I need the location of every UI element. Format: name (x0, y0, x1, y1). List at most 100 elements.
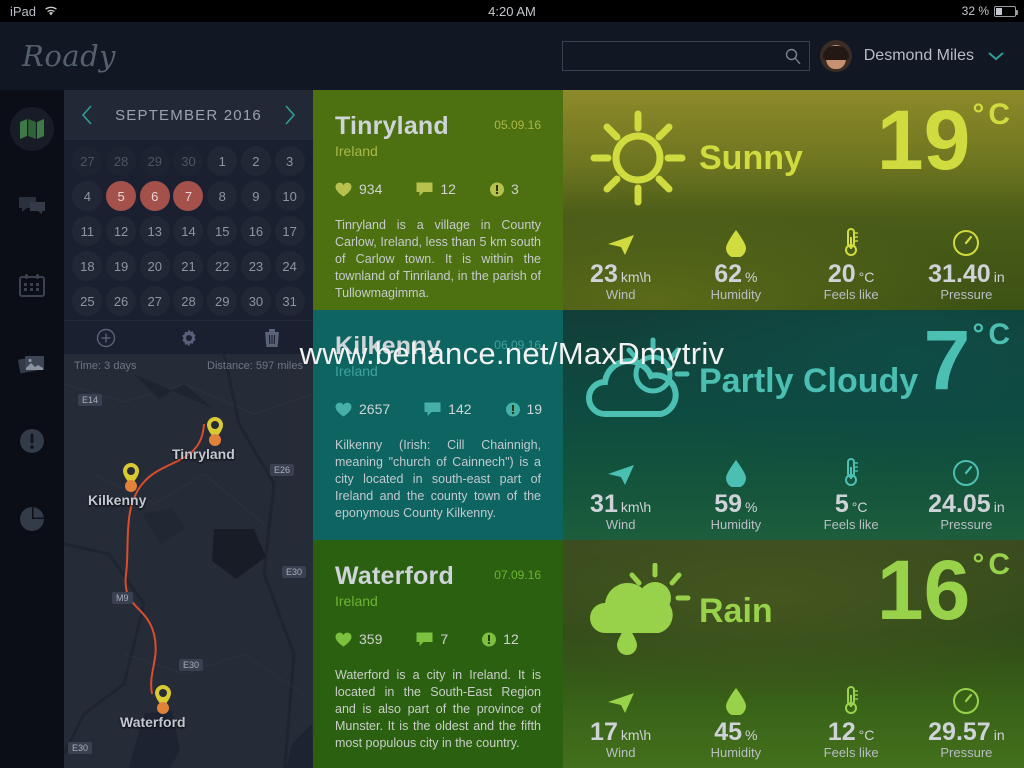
weather-summary: Sunny 19 ° C (563, 90, 1024, 226)
map-pin[interactable] (152, 684, 174, 719)
search-icon[interactable] (784, 47, 802, 65)
calendar-day[interactable]: 13 (139, 216, 170, 246)
sidebar-item-map[interactable] (0, 90, 64, 168)
calendar-day[interactable]: 2 (240, 146, 271, 176)
calendar-day[interactable]: 8 (207, 181, 238, 211)
droplet-icon (678, 453, 793, 487)
alerts-stat[interactable]: 19 (505, 401, 542, 417)
city-card[interactable]: Waterford 07.09.16 Ireland 359 7 12 Waterford … (313, 540, 563, 768)
stat-unit: % (745, 727, 758, 743)
calendar-day[interactable]: 26 (106, 286, 137, 316)
alerts-stat[interactable]: 12 (482, 631, 519, 647)
alert-circle-icon (489, 182, 504, 196)
calendar-day[interactable]: 19 (106, 251, 137, 281)
comments-stat[interactable]: 7 (416, 631, 448, 647)
calendar-day[interactable]: 29 (139, 146, 170, 176)
status-time: 4:20 AM (488, 3, 536, 19)
calendar-day[interactable]: 23 (240, 251, 271, 281)
calendar-day[interactable]: 28 (173, 286, 204, 316)
comments-stat[interactable]: 142 (424, 401, 472, 417)
calendar-day[interactable]: 6 (139, 181, 170, 211)
likes-stat[interactable]: 359 (335, 631, 382, 647)
calendar-grid[interactable]: 27 28 29 30 1 2 3 4 5 6 7 8 9 10 11 12 13 14 15 16 17 18 19 20 2… (64, 140, 313, 320)
droplet-icon (678, 223, 793, 257)
alerts-count: 3 (510, 181, 519, 197)
search-box[interactable] (562, 41, 810, 71)
alert-icon (10, 419, 54, 463)
alert-circle-icon (505, 402, 520, 416)
calendar-day[interactable]: 30 (240, 286, 271, 316)
add-icon[interactable] (96, 328, 116, 348)
alerts-stat[interactable]: 3 (489, 181, 519, 197)
map-pin[interactable] (204, 416, 226, 451)
calendar-day[interactable]: 25 (72, 286, 103, 316)
calendar-day[interactable]: 16 (240, 216, 271, 246)
sidebar-item-stats[interactable] (0, 480, 64, 558)
stat-value: 12 (827, 718, 856, 746)
heart-icon (335, 182, 352, 196)
gear-icon[interactable] (179, 328, 199, 348)
chevron-down-icon[interactable] (986, 50, 1006, 62)
city-card[interactable]: Kilkenny 06.09.16 Ireland 2657 142 19 Kilkenny… (313, 310, 563, 540)
photos-icon (10, 341, 54, 385)
stat-unit: in (993, 269, 1005, 285)
calendar-day[interactable]: 1 (207, 146, 238, 176)
calendar-day[interactable]: 24 (274, 251, 305, 281)
trash-icon[interactable] (263, 328, 281, 348)
sidebar-item-calendar[interactable] (0, 246, 64, 324)
comments-stat[interactable]: 12 (416, 181, 456, 197)
sidebar-item-alerts[interactable] (0, 402, 64, 480)
calendar-day[interactable]: 10 (274, 181, 305, 211)
stat-value: 24.05 (928, 490, 991, 518)
calendar-day[interactable]: 15 (207, 216, 238, 246)
city-card[interactable]: Tinryland 05.09.16 Ireland 934 12 3 Tinryland … (313, 90, 563, 310)
chevron-left-icon[interactable] (80, 104, 94, 126)
user-menu[interactable]: Desmond Miles (819, 40, 1006, 72)
comment-icon (424, 402, 441, 416)
avatar[interactable] (819, 40, 852, 72)
route-map[interactable]: Time: 3 days Distance: 597 miles Tinryla… (64, 354, 313, 768)
calendar-day[interactable]: 17 (274, 216, 305, 246)
calendar-icon (10, 263, 54, 307)
weather-panel[interactable]: Partly Cloudy 7 ° C 31 km\h Wind 59% Humidity 5 °C… (563, 310, 1024, 540)
chevron-right-icon[interactable] (283, 104, 297, 126)
sidebar-item-chat[interactable] (0, 168, 64, 246)
map-pin[interactable] (120, 462, 142, 497)
calendar-day[interactable]: 11 (72, 216, 103, 246)
calendar-day[interactable]: 20 (139, 251, 170, 281)
pie-chart-icon (10, 497, 54, 541)
heart-icon (335, 402, 352, 416)
calendar-day[interactable]: 27 (72, 146, 103, 176)
calendar-day[interactable]: 31 (274, 286, 305, 316)
weather-stat: 23 km\h Wind (563, 223, 678, 302)
calendar-day[interactable]: 7 (173, 181, 204, 211)
calendar-day[interactable]: 4 (72, 181, 103, 211)
road-badge: E26 (270, 464, 295, 476)
search-input[interactable] (562, 41, 810, 71)
weather-panel[interactable]: Rain 16 ° C 17 km\h Wind 45% Humidity 12 °C Feels l… (563, 540, 1024, 768)
city-description: Waterford is a city in Ireland. It is lo… (335, 668, 541, 750)
sidebar-item-photos[interactable] (0, 324, 64, 402)
calendar-day[interactable]: 29 (207, 286, 238, 316)
calendar-day[interactable]: 12 (106, 216, 137, 246)
calendar-day[interactable]: 30 (173, 146, 204, 176)
wind-icon (563, 223, 678, 257)
calendar-day[interactable]: 18 (72, 251, 103, 281)
likes-stat[interactable]: 934 (335, 181, 382, 197)
stat-value: 5 (834, 490, 849, 518)
calendar-day[interactable]: 28 (106, 146, 137, 176)
app-logo[interactable]: Roady (22, 39, 312, 73)
calendar-day[interactable]: 14 (173, 216, 204, 246)
stat-value: 31.40 (928, 260, 991, 288)
rain-icon (583, 556, 693, 666)
weather-panel[interactable]: Sunny 19 ° C 23 km\h Wind 62% Humidity 20 °C Feels … (563, 90, 1024, 310)
likes-stat[interactable]: 2657 (335, 401, 390, 417)
status-right: 32 % (962, 4, 1018, 18)
map-icon (10, 107, 54, 151)
calendar-day[interactable]: 3 (274, 146, 305, 176)
calendar-day[interactable]: 21 (173, 251, 204, 281)
calendar-day[interactable]: 22 (207, 251, 238, 281)
calendar-day[interactable]: 5 (106, 181, 137, 211)
calendar-day[interactable]: 9 (240, 181, 271, 211)
calendar-day[interactable]: 27 (139, 286, 170, 316)
